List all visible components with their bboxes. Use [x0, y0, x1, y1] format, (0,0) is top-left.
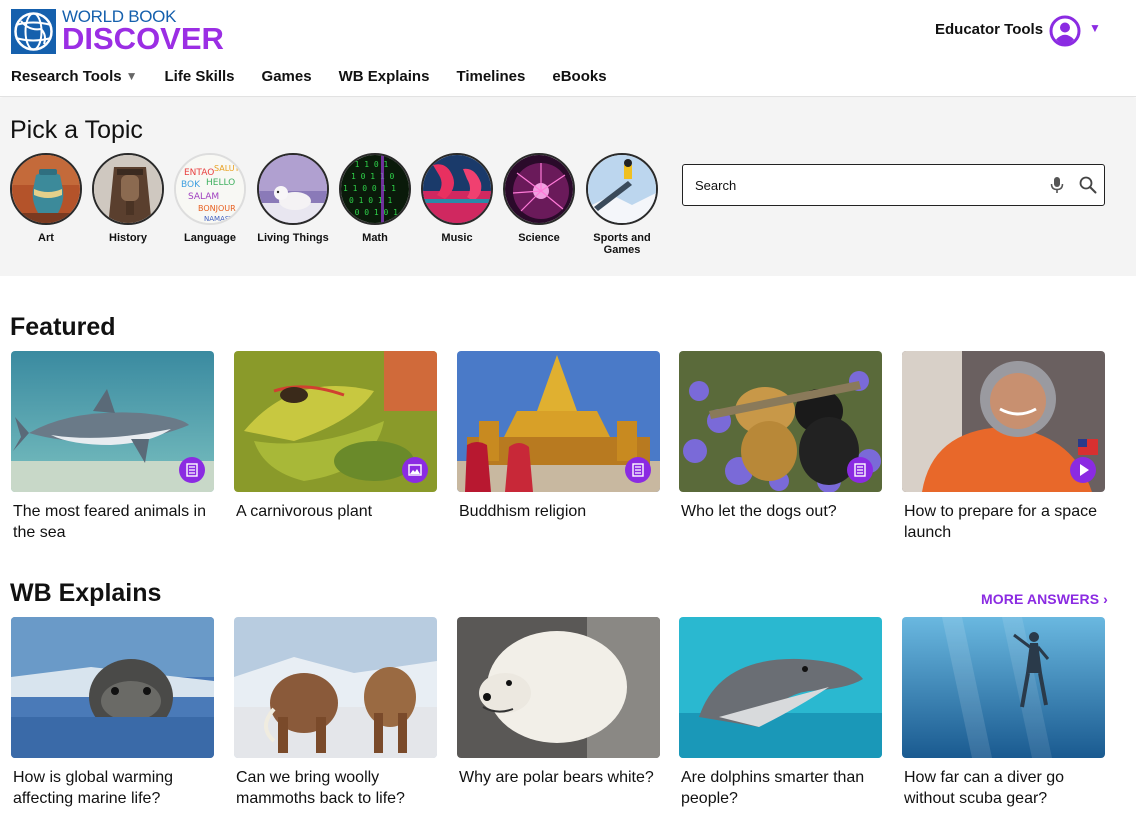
topic-label: Math — [362, 232, 388, 244]
topic-sports-and-games[interactable]: Sports and Games — [577, 153, 667, 256]
topic-label: Music — [441, 232, 473, 244]
card-caption: Buddhism religion — [459, 503, 587, 520]
topic-language[interactable]: ENTAO SALUT BOK HELLO SALAM BONJOUR NAMA… — [165, 153, 255, 244]
topic-label: Art — [38, 232, 54, 244]
card-caption: The most feared animals in the sea — [13, 503, 206, 541]
brand-main-text: DISCOVER — [62, 21, 224, 56]
topic-art-image — [10, 153, 82, 225]
svg-text:1 0 1 1 0: 1 0 1 1 0 — [351, 172, 395, 181]
featured-card-buddhism[interactable]: Buddhism religion — [457, 351, 660, 522]
main-nav: Research Tools ▼ Life Skills Games WB Ex… — [11, 66, 634, 86]
card-image — [234, 351, 437, 492]
search-box — [682, 164, 1105, 206]
svg-text:0 1 0 1 1: 0 1 0 1 1 — [349, 196, 393, 205]
card-caption: How far can a diver go without scuba gea… — [904, 769, 1065, 807]
search-icon[interactable] — [1078, 175, 1098, 195]
card-caption: Who let the dogs out? — [681, 503, 837, 520]
card-image — [11, 617, 214, 758]
topic-label: Sports and Games — [593, 232, 651, 256]
topic-label: History — [109, 232, 147, 244]
card-image — [457, 617, 660, 758]
explains-card-polar-bears[interactable]: Why are polar bears white? — [457, 617, 660, 788]
wb-explains-title: WB Explains — [10, 579, 162, 607]
world-book-discover-logo[interactable]: WORLD BOOK DISCOVER — [11, 7, 251, 57]
chevron-down-icon: ▼ — [125, 69, 138, 83]
svg-text:1 1 0 0 1 1: 1 1 0 0 1 1 — [343, 184, 396, 193]
nav-research-tools[interactable]: Research Tools ▼ — [11, 66, 138, 86]
topics-title: Pick a Topic — [10, 116, 143, 144]
svg-text:NAMASTE: NAMASTE — [204, 215, 238, 223]
featured-card-sharks[interactable]: The most feared animals in the sea — [11, 351, 214, 543]
explains-card-mammoths[interactable]: Can we bring woolly mammoths back to lif… — [234, 617, 437, 809]
topic-music-image — [421, 153, 493, 225]
svg-text:BOK: BOK — [181, 180, 201, 190]
topic-living-things-image — [257, 153, 329, 225]
topic-label: Language — [184, 232, 236, 244]
explains-card-dolphins[interactable]: Are dolphins smarter than people? — [679, 617, 882, 809]
article-icon — [847, 457, 873, 483]
topic-living-things[interactable]: Living Things — [248, 153, 338, 244]
educator-tools-link[interactable]: Educator Tools — [935, 21, 1043, 38]
microphone-icon[interactable] — [1047, 175, 1067, 195]
explains-card-global-warming[interactable]: How is global warming affecting marine l… — [11, 617, 214, 809]
play-icon — [1070, 457, 1096, 483]
card-image — [234, 617, 437, 758]
featured-card-carnivorous-plant[interactable]: A carnivorous plant — [234, 351, 437, 522]
card-caption: Are dolphins smarter than people? — [681, 769, 865, 807]
topic-label: Science — [518, 232, 560, 244]
topic-science-image — [503, 153, 575, 225]
card-image — [11, 351, 214, 492]
card-image — [902, 617, 1105, 758]
svg-text:BONJOUR: BONJOUR — [198, 204, 236, 213]
card-caption: A carnivorous plant — [236, 503, 373, 520]
pick-a-topic-section: Pick a Topic Art History ENTAO SALUT BOK… — [0, 98, 1136, 276]
account-icon[interactable] — [1049, 15, 1081, 47]
topic-art[interactable]: Art — [1, 153, 91, 244]
svg-text:SALAM: SALAM — [188, 192, 219, 202]
nav-wb-explains[interactable]: WB Explains — [339, 66, 430, 86]
globe-logo-icon — [11, 9, 56, 54]
svg-text:1 0 0 1 0 1: 1 0 0 1 0 1 — [345, 208, 398, 217]
card-image — [679, 617, 882, 758]
image-icon — [402, 457, 428, 483]
topic-science[interactable]: Science — [494, 153, 584, 244]
card-image — [902, 351, 1105, 492]
topic-music[interactable]: Music — [412, 153, 502, 244]
more-answers-link[interactable]: MORE ANSWERS › — [981, 591, 1108, 607]
article-icon — [625, 457, 651, 483]
nav-ebooks[interactable]: eBooks — [552, 66, 606, 86]
card-caption: Why are polar bears white? — [459, 769, 654, 786]
topic-sports-image — [586, 153, 658, 225]
nav-life-skills[interactable]: Life Skills — [165, 66, 235, 86]
topic-math[interactable]: 0 1 1 0 1 1 0 1 1 0 1 1 0 0 1 1 0 1 0 1 … — [330, 153, 420, 244]
topic-label: Living Things — [257, 232, 329, 244]
explains-card-diver[interactable]: How far can a diver go without scuba gea… — [902, 617, 1105, 809]
svg-text:HELLO: HELLO — [206, 178, 235, 188]
card-caption: How is global warming affecting marine l… — [13, 769, 174, 807]
search-input[interactable] — [695, 175, 1025, 195]
site-header: WORLD BOOK DISCOVER Educator Tools ▼ Res… — [0, 0, 1136, 97]
featured-card-space-launch[interactable]: How to prepare for a space launch — [902, 351, 1105, 543]
nav-timelines[interactable]: Timelines — [456, 66, 525, 86]
topic-language-image: ENTAO SALUT BOK HELLO SALAM BONJOUR NAMA… — [174, 153, 246, 225]
card-image — [457, 351, 660, 492]
card-caption: Can we bring woolly mammoths back to lif… — [236, 769, 405, 807]
topic-math-image: 0 1 1 0 1 1 0 1 1 0 1 1 0 0 1 1 0 1 0 1 … — [339, 153, 411, 225]
featured-title: Featured — [10, 313, 116, 341]
featured-card-dogs[interactable]: Who let the dogs out? — [679, 351, 882, 522]
nav-games[interactable]: Games — [262, 66, 312, 86]
topic-history[interactable]: History — [83, 153, 173, 244]
account-caret-icon[interactable]: ▼ — [1089, 21, 1101, 35]
svg-text:ENTAO: ENTAO — [184, 168, 214, 178]
article-icon — [179, 457, 205, 483]
card-image — [679, 351, 882, 492]
svg-text:SALUT: SALUT — [214, 164, 240, 173]
nav-label: Research Tools — [11, 67, 122, 85]
topic-history-image — [92, 153, 164, 225]
card-caption: How to prepare for a space launch — [904, 503, 1097, 541]
